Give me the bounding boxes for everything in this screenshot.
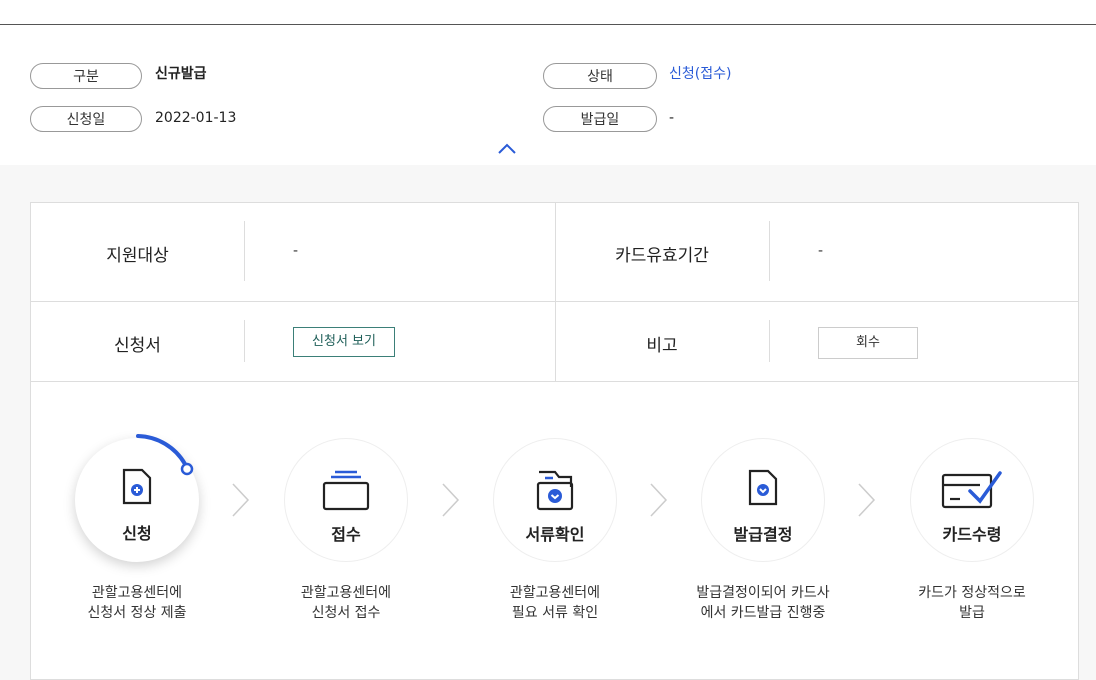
status-label: 상태 [543, 63, 657, 89]
progress-arc [136, 434, 194, 476]
card-validity-label: 카드유효기간 [615, 246, 709, 266]
target-label: 지원대상 [106, 246, 169, 266]
cell-divider [769, 320, 770, 362]
card-check-icon [941, 471, 1002, 509]
step-label: 신청 [122, 524, 152, 543]
row-divider [31, 381, 1078, 382]
step-label: 접수 [331, 525, 361, 544]
step-description: 관할고용센터에 필요 서류 확인 [509, 585, 601, 621]
remarks-label: 비고 [646, 336, 678, 356]
collapse-toggle[interactable] [497, 141, 517, 155]
type-value: 신규발급 [155, 66, 207, 82]
step-description: 관할고용센터에 신청서 접수 [300, 585, 392, 621]
step-description: 발급결정이되어 카드사 에서 카드발급 진행중 [696, 585, 830, 621]
application-label: 신청서 [114, 336, 161, 356]
chevron-right-icon [650, 483, 668, 517]
document-check-icon [748, 469, 778, 506]
step-received: 접수 [284, 438, 408, 562]
folder-check-icon [536, 470, 574, 511]
step-issue-decision: 발급결정 [701, 438, 825, 562]
folder-icon [322, 470, 370, 511]
cell-divider [769, 221, 770, 281]
step-label: 발급결정 [733, 525, 793, 544]
step-label: 카드수령 [942, 525, 1002, 544]
step-description: 카드가 정상적으로 발급 [918, 585, 1026, 621]
apply-date-label: 신청일 [30, 106, 142, 132]
issue-date-value: - [669, 110, 675, 126]
cell-divider [244, 320, 245, 362]
cell-divider [244, 221, 245, 281]
card-validity-value: - [818, 243, 824, 259]
type-label: 구분 [30, 63, 142, 89]
chevron-up-icon [498, 143, 516, 154]
chevron-right-icon [442, 483, 460, 517]
step-description: 관할고용센터에 신청서 정상 제출 [87, 585, 187, 621]
chevron-right-icon [232, 483, 250, 517]
step-document-check: 서류확인 [493, 438, 617, 562]
view-application-button[interactable]: 신청서 보기 [293, 327, 395, 357]
recall-button[interactable]: 회수 [818, 327, 918, 359]
summary-section: 구분 신규발급 상태 신청(접수) 신청일 2022-01-13 발급일 - [0, 25, 1096, 165]
target-value: - [293, 243, 299, 259]
status-value: 신청(접수) [669, 66, 732, 82]
step-card-received: 카드수령 [910, 438, 1034, 562]
chevron-right-icon [858, 483, 876, 517]
step-label: 서류확인 [525, 525, 585, 544]
apply-date-value: 2022-01-13 [155, 110, 237, 126]
issue-date-label: 발급일 [543, 106, 657, 132]
